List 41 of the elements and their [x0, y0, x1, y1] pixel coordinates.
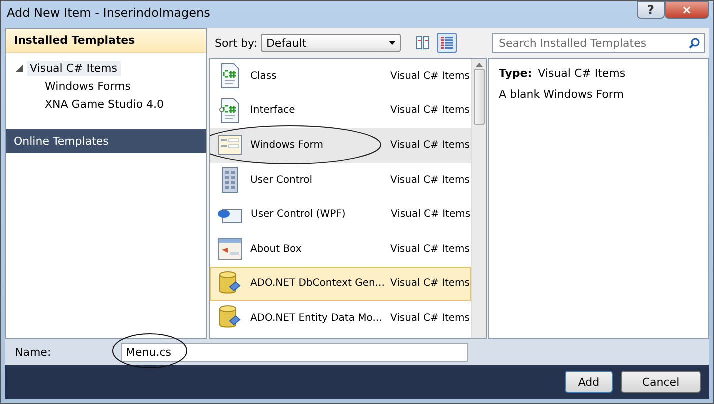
template-category: Visual C# Items	[390, 140, 470, 151]
template-row[interactable]: User Control Visual C# Items	[210, 162, 471, 198]
template-row[interactable]: About Box Visual C# Items	[210, 232, 471, 267]
tree-item[interactable]: Visual C# Items	[27, 60, 121, 76]
window-title: Add New Item - InserindoImagens	[7, 6, 212, 20]
cancel-button[interactable]: Cancel	[621, 371, 701, 393]
template-name: User Control	[250, 174, 314, 186]
sort-dropdown[interactable]: Default	[261, 34, 402, 52]
template-category: Visual C# Items	[390, 105, 470, 116]
add-button[interactable]: Add	[565, 371, 613, 393]
template-name: ADO.NET Entity Data Mo...	[250, 312, 384, 324]
template-category: Visual C# Items	[390, 278, 470, 290]
template-row[interactable]: Interface Visual C# Items	[210, 94, 471, 128]
template-row[interactable]: Windows Form Visual C# Items	[210, 128, 471, 163]
template-category: Visual C# Items	[390, 174, 470, 186]
template-name: About Box	[250, 244, 303, 255]
template-row[interactable]: ADO.NET Entity Data Mo... Visual C# Items	[210, 301, 471, 336]
section-header[interactable]: Online Templates	[6, 129, 206, 153]
template-name: Interface	[250, 105, 296, 116]
template-row[interactable]: User Control (WPF) Visual C# Items	[210, 197, 471, 232]
sort-label: Sort by:	[215, 36, 258, 50]
section-header: Installed Templates	[6, 29, 206, 53]
search-field[interactable]: Search Installed Templates	[492, 33, 705, 53]
type-value: Visual C# Items	[538, 67, 626, 80]
template-name: User Control (WPF)	[251, 209, 347, 220]
name-field[interactable]: Menu.cs	[121, 342, 468, 362]
template-row[interactable]: Class Visual C# Items	[210, 59, 471, 94]
template-category: Visual C# Items	[390, 70, 470, 82]
template-name: Windows Form	[250, 140, 324, 151]
type-label: Type:	[499, 67, 532, 80]
template-category: Visual C# Items	[390, 312, 470, 324]
template-category: Visual C# Items	[390, 244, 470, 255]
template-name: ADO.NET DbContext Gen...	[250, 278, 386, 290]
tree-item[interactable]: Windows Forms	[42, 78, 134, 94]
template-name: Class	[250, 70, 278, 82]
template-category: Visual C# Items	[391, 209, 471, 220]
name-label: Name:	[15, 346, 52, 358]
help-button[interactable]: ?	[637, 1, 665, 19]
template-row[interactable]: ADO.NET DbContext Gen... Visual C# Items	[210, 266, 471, 302]
tree-item[interactable]: XNA Game Studio 4.0	[42, 96, 168, 112]
description-text: A blank Windows Form	[499, 88, 625, 101]
